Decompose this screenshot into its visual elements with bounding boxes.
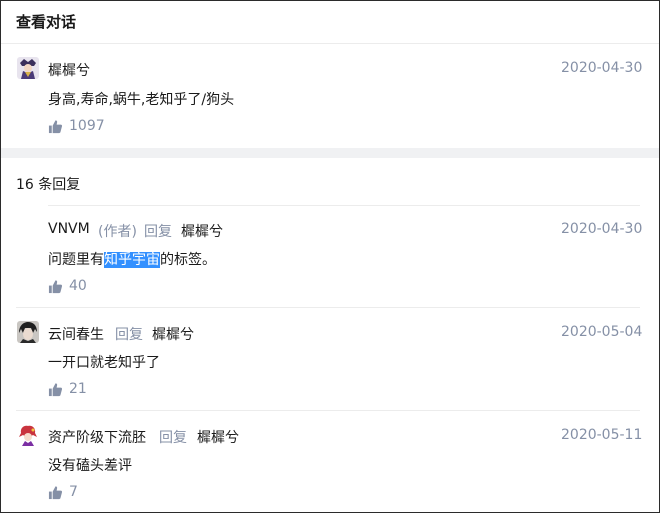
conversation-dialog: 查看对话 樨樨兮 2020-04-30 身高,寿命,蜗牛,老知乎了/狗头 109… [0, 0, 660, 513]
reply-author[interactable]: 资产阶级下流胚 [48, 427, 146, 447]
avatar[interactable] [17, 57, 39, 79]
avatar[interactable] [17, 321, 39, 343]
reply-word[interactable]: 回复 [144, 221, 172, 241]
comment-date: 2020-04-30 [561, 60, 643, 76]
like-button[interactable]: 1097 [48, 117, 105, 135]
thumbs-up-icon [48, 382, 63, 396]
content-text: 问题里有 [48, 252, 104, 268]
thumbs-up-icon [48, 485, 63, 499]
replies-count-title: 16 条回复 [16, 177, 81, 193]
section-separator [1, 148, 659, 158]
highlighted-text[interactable]: 知乎宇宙 [104, 252, 160, 268]
reply-content: 一开口就老知乎了 [48, 355, 160, 371]
divider [16, 307, 640, 308]
reply-to-user[interactable]: 樨樨兮 [152, 324, 194, 344]
dialog-header: 查看对话 [1, 1, 659, 44]
comment-author[interactable]: 樨樨兮 [48, 60, 90, 80]
like-button[interactable]: 21 [48, 380, 87, 398]
reply-to-user[interactable]: 樨樨兮 [181, 221, 223, 241]
like-count: 7 [69, 484, 78, 500]
content-text: 的标签。 [160, 252, 216, 268]
reply-author[interactable]: VNVM [48, 221, 90, 237]
divider [16, 410, 640, 411]
like-button[interactable]: 7 [48, 483, 78, 501]
dialog-title: 查看对话 [16, 13, 77, 31]
reply-date: 2020-05-04 [561, 324, 643, 340]
reply-author[interactable]: 云间春生 [48, 324, 104, 344]
like-count: 21 [69, 381, 87, 397]
like-count: 1097 [69, 118, 105, 134]
reply-date: 2020-05-11 [561, 427, 643, 443]
reply-content: 问题里有知乎宇宙的标签。 [48, 249, 216, 269]
reply-to-user[interactable]: 樨樨兮 [197, 427, 239, 447]
reply-date: 2020-04-30 [561, 221, 643, 237]
thumbs-up-icon [48, 279, 63, 293]
divider [48, 205, 640, 206]
reply-content: 没有磕头差评 [48, 458, 132, 474]
like-count: 40 [69, 278, 87, 294]
thumbs-up-icon [48, 119, 63, 133]
avatar[interactable] [17, 424, 39, 446]
reply-word[interactable]: 回复 [115, 324, 143, 344]
like-button[interactable]: 40 [48, 277, 87, 295]
comment-content: 身高,寿命,蜗牛,老知乎了/狗头 [48, 92, 235, 108]
reply-word[interactable]: 回复 [159, 427, 187, 447]
author-tag: (作者) [98, 224, 137, 240]
